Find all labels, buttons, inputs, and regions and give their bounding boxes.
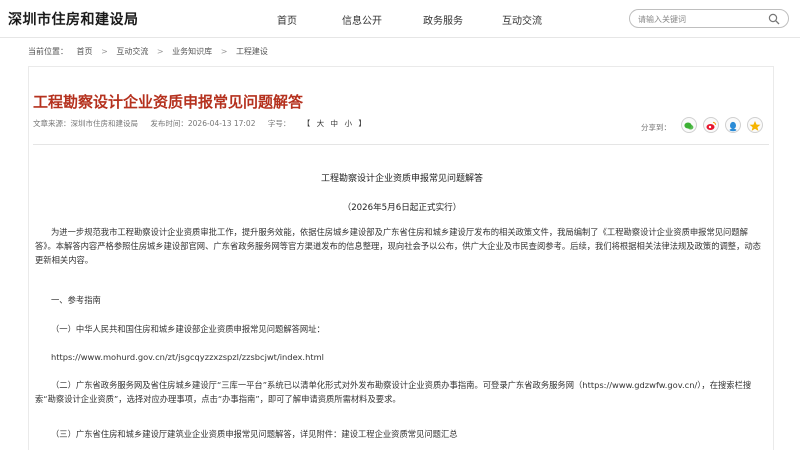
- nav-government-services[interactable]: 政务服务: [423, 12, 463, 27]
- breadcrumb: 当前位置： 首页 > 互动交流 > 业务知识库 > 工程建设: [28, 46, 274, 58]
- reference-link-mohurd[interactable]: https://www.mohurd.gov.cn/zt/jsgcqyzzxzs…: [35, 350, 762, 364]
- reference-item-2: （二）广东省政务服务网及省住房城乡建设厅“三库一平台”系统已以清单化形式对外发布…: [35, 380, 752, 404]
- article-meta: 文章来源：深圳市住房和建设局 发布时间：2026-04-13 17:02 字号：…: [33, 118, 370, 129]
- font-bracket-open: 【: [302, 119, 311, 128]
- intro-paragraph: 为进一步规范我市工程勘察设计企业资质审批工作，提升服务效能，依据住房城乡建设部及…: [35, 227, 761, 265]
- breadcrumb-separator: >: [101, 47, 108, 56]
- wechat-icon[interactable]: [681, 117, 697, 133]
- section-heading-reference: 一、参考指南: [51, 295, 101, 305]
- document-title: 工程勘察设计企业资质申报常见问题解答: [320, 174, 483, 184]
- font-size-large-button[interactable]: 大: [317, 119, 325, 128]
- article-published-time: 发布时间：2026-04-13 17:02: [150, 119, 256, 128]
- breadcrumb-label: 当前位置：: [28, 47, 68, 56]
- breadcrumb-knowledge-base[interactable]: 业务知识库: [172, 46, 212, 57]
- reference-item-3: （三）广东省住房和城乡建设厅建筑业企业资质申报常见问题解答，详见附件：建设工程企…: [51, 429, 458, 439]
- article-title: 工程勘察设计企业资质申报常见问题解答: [33, 93, 304, 111]
- article-source: 文章来源：深圳市住房和建设局: [33, 119, 138, 128]
- breadcrumb-separator: >: [220, 47, 228, 56]
- nav-interaction[interactable]: 互动交流: [502, 12, 542, 27]
- search-input[interactable]: [638, 12, 763, 26]
- qzone-icon[interactable]: [747, 117, 763, 133]
- nav-info-disclosure[interactable]: 信息公开: [342, 12, 382, 27]
- font-size-small-button[interactable]: 小: [344, 119, 352, 128]
- weibo-icon[interactable]: [703, 117, 719, 133]
- search-icon[interactable]: [768, 13, 780, 25]
- qq-icon[interactable]: [725, 117, 741, 133]
- font-bracket-close: 】: [358, 119, 366, 128]
- breadcrumb-home[interactable]: 首页: [77, 46, 93, 57]
- share-label: 分享到：: [641, 123, 671, 132]
- breadcrumb-interaction[interactable]: 互动交流: [116, 46, 148, 57]
- font-size-label: 字号：: [267, 119, 291, 128]
- breadcrumb-separator: >: [156, 47, 164, 56]
- font-size-medium-button[interactable]: 中: [331, 119, 339, 128]
- site-header: 深圳市住房和建设局 首页 信息公开 政务服务 互动交流: [0, 0, 800, 38]
- title-divider: [33, 144, 769, 145]
- share-bar: 分享到：: [593, 117, 763, 135]
- nav-home[interactable]: 首页: [277, 12, 297, 27]
- article-container: 工程勘察设计企业资质申报常见问题解答 文章来源：深圳市住房和建设局 发布时间：2…: [28, 66, 774, 450]
- reference-item-1: （一）中华人民共和国住房和城乡建设部企业资质申报常见问题解答网址：: [51, 324, 325, 334]
- breadcrumb-engineering[interactable]: 工程建设: [236, 46, 268, 57]
- search-box: [629, 9, 789, 28]
- document-subtitle: （2026年5月6日起正式实行）: [342, 203, 462, 213]
